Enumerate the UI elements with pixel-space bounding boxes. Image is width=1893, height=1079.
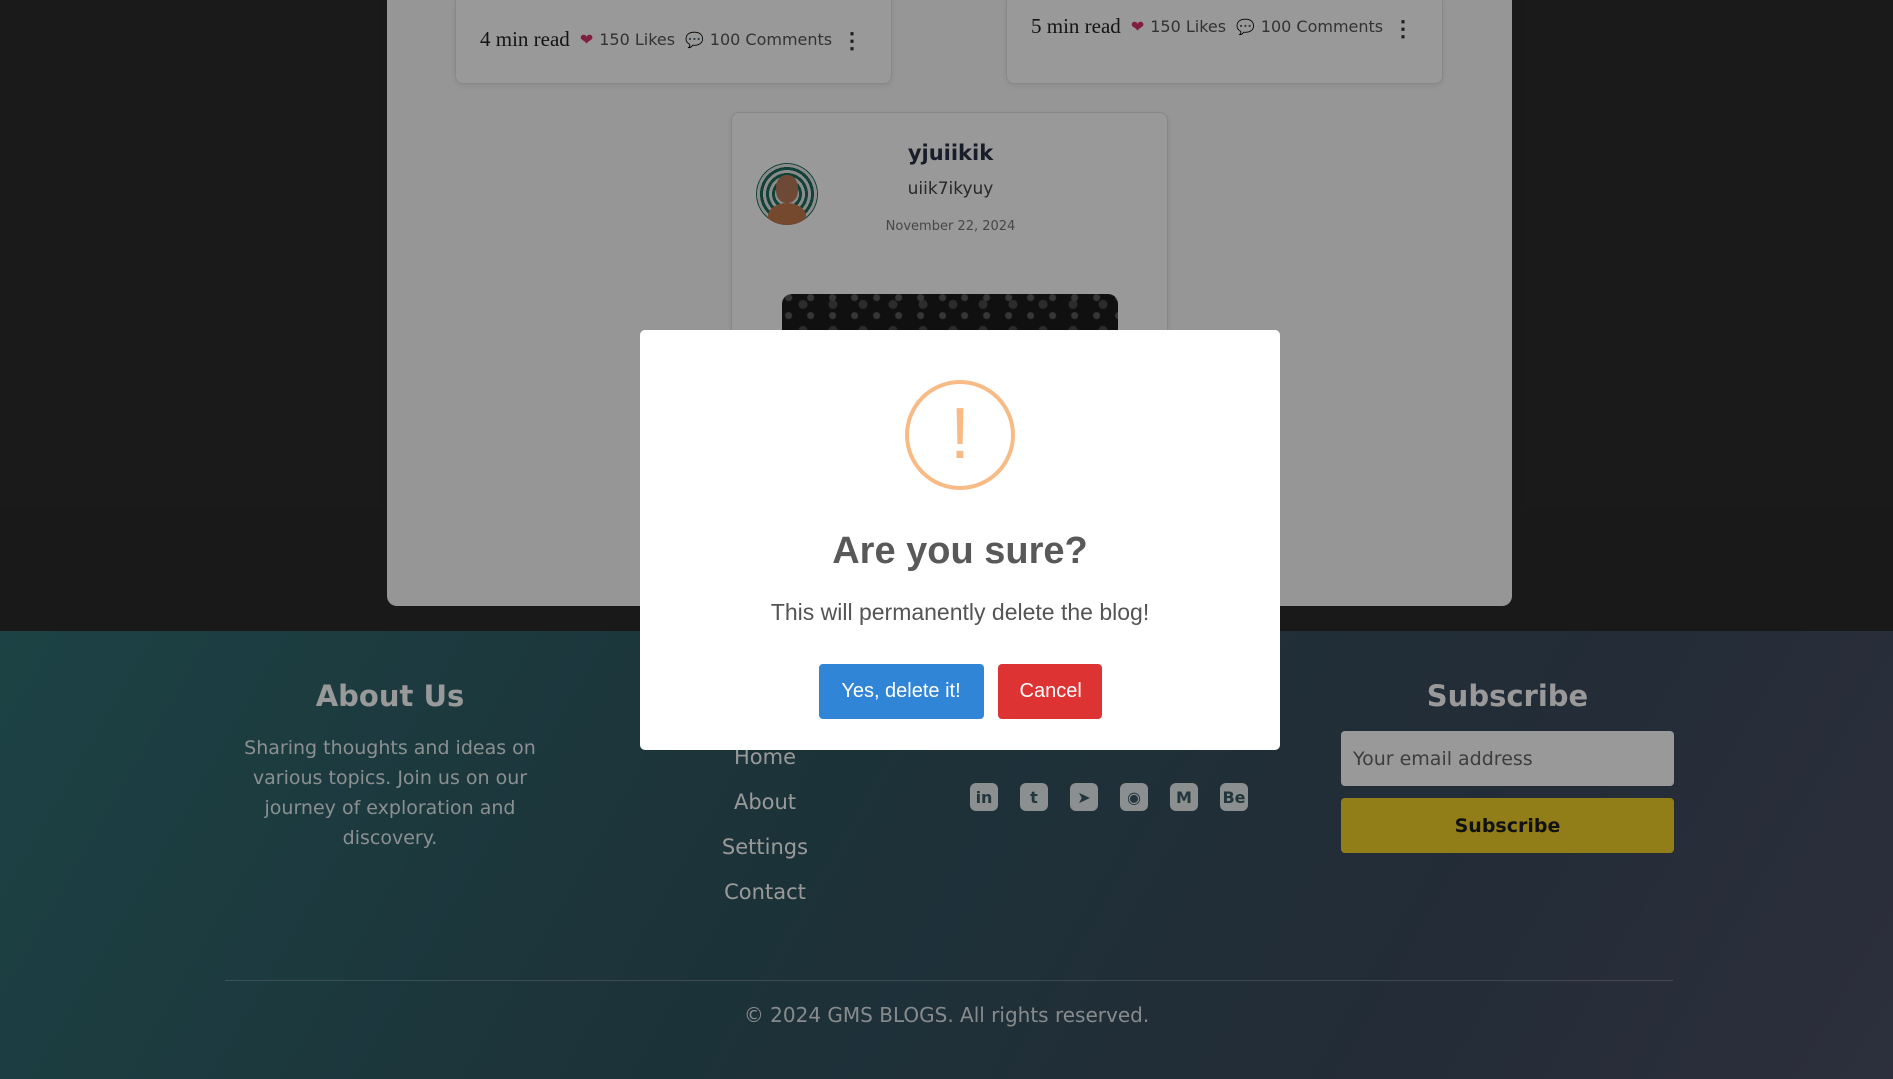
cancel-button[interactable]: Cancel	[997, 664, 1102, 719]
warning-icon: !	[905, 380, 1015, 490]
dialog-message: This will permanently delete the blog!	[770, 599, 1150, 625]
confirm-delete-dialog: ! Are you sure? This will permanently de…	[640, 330, 1280, 750]
dialog-actions: Yes, delete it! Cancel	[640, 664, 1280, 719]
dialog-title: Are you sure?	[832, 530, 1088, 572]
confirm-delete-button[interactable]: Yes, delete it!	[818, 664, 984, 719]
